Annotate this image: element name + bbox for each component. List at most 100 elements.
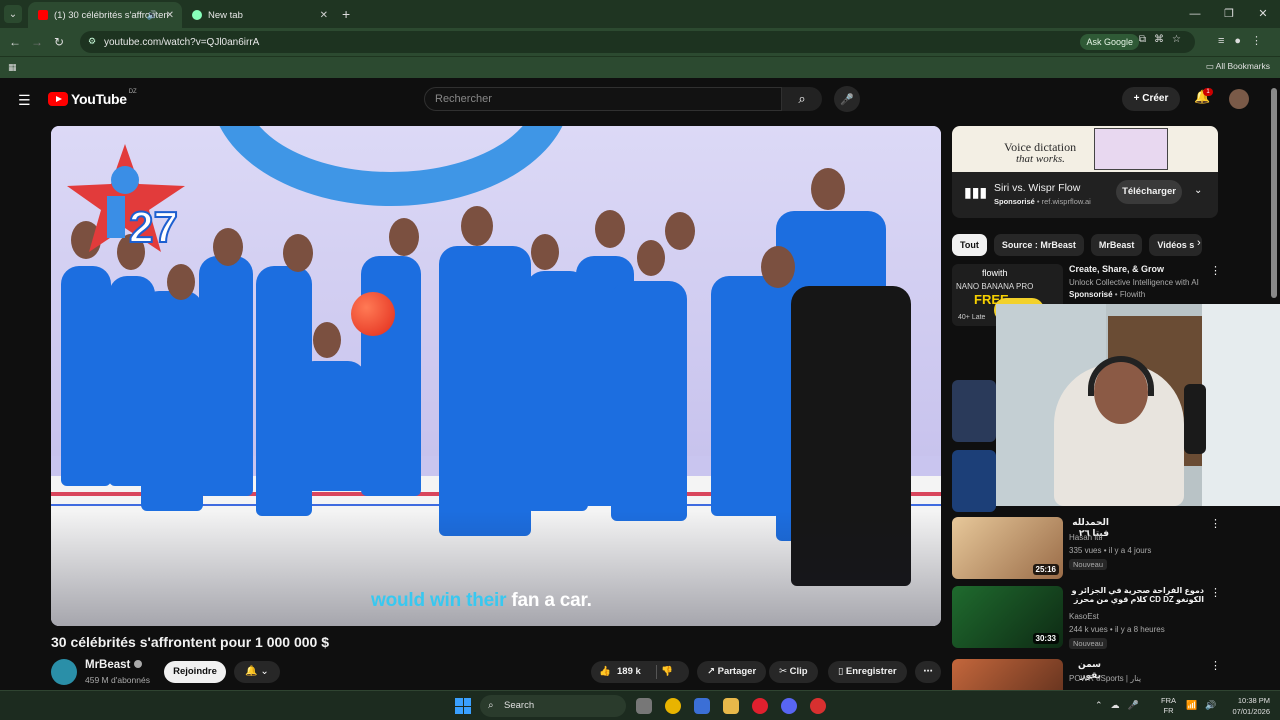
ask-google-button[interactable]: Ask Google xyxy=(1080,34,1139,50)
network-volume-icons[interactable]: 📶🔊 xyxy=(1186,700,1224,711)
channel-name[interactable]: Hasan itti xyxy=(1069,533,1102,542)
clip-button[interactable]: ✂ Clip xyxy=(769,661,818,683)
opera-icon[interactable] xyxy=(752,698,768,714)
recommendation-title[interactable]: دموع الفراحة صحرية في الجزائر و الكونغو … xyxy=(1069,586,1204,604)
clock-time: 10:38 PM xyxy=(1237,696,1270,705)
all-bookmarks[interactable]: ▭ All Bookmarks xyxy=(1206,61,1270,72)
app-icon[interactable] xyxy=(810,698,826,714)
more-options-icon[interactable]: ⋮ xyxy=(1210,586,1221,599)
video-player[interactable]: 27 would win their fan a car. xyxy=(51,126,941,626)
input-language[interactable]: FRA FR xyxy=(1161,696,1176,716)
video-thumbnail[interactable] xyxy=(952,380,996,442)
video-thumbnail[interactable]: 25:16 xyxy=(952,517,1063,579)
site-info-icon[interactable]: ⚙ xyxy=(88,36,96,47)
gallery-icon[interactable] xyxy=(694,698,710,714)
country-code: DZ xyxy=(128,89,137,95)
chip-source-mrbeast[interactable]: Source : MrBeast xyxy=(993,234,1084,256)
chip-videos[interactable]: Vidéos s xyxy=(1149,234,1203,256)
thumb-subtitle: NANO BANANA PRO xyxy=(956,282,1034,291)
account-avatar[interactable] xyxy=(1229,89,1249,109)
chip-mrbeast[interactable]: MrBeast xyxy=(1090,234,1143,256)
subscription-bell-button[interactable]: 🔔 ⌄ xyxy=(234,661,280,683)
restore-icon[interactable]: ❐ xyxy=(1212,0,1246,28)
masthead: ☰ YouTube DZ ⌕ 🎤 + Créer 🔔 1 xyxy=(0,79,1280,119)
channel-avatar[interactable] xyxy=(51,659,77,685)
download-button[interactable]: Télécharger xyxy=(1116,180,1182,204)
address-bar[interactable]: ⚙ youtube.com/watch?v=QJl0an6irrA Ask Go… xyxy=(80,31,1195,53)
dislike-icon[interactable]: 👎 xyxy=(661,661,673,683)
video-thumbnail[interactable] xyxy=(952,659,1063,691)
minimize-icon[interactable]: — xyxy=(1178,0,1212,28)
video-title: 30 célébrités s'affrontent pour 1 000 00… xyxy=(51,634,330,650)
share-button[interactable]: ↗ Partager xyxy=(697,661,767,683)
verified-icon xyxy=(134,660,143,668)
sponsored-ad-card[interactable]: Voice dictation that works. ▮▮▮ Siri vs.… xyxy=(952,126,1218,218)
more-options-icon[interactable]: ⋮ xyxy=(1210,659,1221,672)
youtube-favicon-icon xyxy=(38,10,48,20)
close-tab-icon[interactable]: ✕ xyxy=(320,10,328,21)
chevron-down-icon[interactable]: ⌄ xyxy=(1194,185,1202,196)
more-options-icon[interactable]: ⋮ xyxy=(1210,264,1221,277)
chrome-icon[interactable] xyxy=(665,698,681,714)
apps-grid-icon[interactable]: ▦ xyxy=(8,62,18,72)
list-item[interactable]: 25:16 الحمدلله فيتا ٢٦ Hasan itti 335 vu… xyxy=(952,517,1232,579)
more-actions-button[interactable]: ⋯ xyxy=(915,661,941,683)
taskbar-clock[interactable]: 10:38 PM 07/01/2026 xyxy=(1226,695,1270,717)
discord-icon[interactable] xyxy=(781,698,797,714)
create-button[interactable]: + Créer xyxy=(1122,87,1180,111)
task-view-icon[interactable] xyxy=(636,698,652,714)
video-thumbnail[interactable] xyxy=(952,450,996,512)
ad-sponsored: Sponsorisé • ref.wisprflow.ai xyxy=(994,197,1091,206)
recommendation-meta: 244 k vues • il y a 8 heures xyxy=(1069,625,1165,634)
chevron-right-icon[interactable]: › xyxy=(1197,237,1201,249)
thumb-brand: flowith xyxy=(982,268,1008,278)
advertiser-name: Flowith xyxy=(1119,290,1146,299)
video-thumbnail[interactable]: 30:33 xyxy=(952,586,1063,648)
youtube-logo[interactable]: YouTube DZ xyxy=(48,89,137,107)
divider xyxy=(656,665,657,679)
channel-name[interactable]: POWR eSports | ينار xyxy=(1069,674,1141,683)
speaker-icon[interactable]: 🔊 xyxy=(147,10,158,21)
list-item[interactable]: سمن بقور POWR eSports | ينار ⋮ xyxy=(952,659,1232,691)
new-tab-button[interactable]: + xyxy=(342,6,350,22)
back-icon[interactable]: ← xyxy=(4,35,26,49)
like-icon[interactable]: 👍 xyxy=(599,661,611,683)
close-tab-icon[interactable]: ✕ xyxy=(166,10,174,21)
channel-name[interactable]: KasoEst xyxy=(1069,612,1099,621)
tab-youtube[interactable]: (1) 30 célébrités s'affronten 🔊 ✕ xyxy=(28,2,182,28)
taskbar-search[interactable]: ⌕ Search xyxy=(480,695,626,717)
recommendation-tagline: Unlock Collective Intelligence with AI xyxy=(1069,278,1199,287)
bell-icon: 🔔 xyxy=(245,666,258,677)
windows-start-icon[interactable] xyxy=(455,698,471,714)
search-button[interactable]: ⌕ xyxy=(782,87,822,111)
search-input[interactable] xyxy=(425,88,781,110)
ad-domain: ref.wisprflow.ai xyxy=(1041,197,1091,206)
filter-chips: Tout Source : MrBeast MrBeast Vidéos s xyxy=(952,234,1209,256)
file-explorer-icon[interactable] xyxy=(723,698,739,714)
chip-all[interactable]: Tout xyxy=(952,234,987,256)
tab-search-icon[interactable]: ⌄ xyxy=(4,5,22,23)
ad-title[interactable]: Siri vs. Wispr Flow xyxy=(994,182,1080,194)
tab-new-tab[interactable]: New tab ✕ xyxy=(182,2,336,28)
recommendation-title[interactable]: Create, Share, & Grow xyxy=(1069,264,1204,274)
system-tray-icons[interactable]: ⌃☁🎤 xyxy=(1095,700,1147,711)
voice-search-button[interactable]: 🎤 xyxy=(834,86,860,112)
more-options-icon[interactable]: ⋮ xyxy=(1210,517,1221,530)
ad-banner[interactable]: Voice dictation that works. xyxy=(952,126,1218,172)
profile-menu-icons[interactable]: ≡●⋮ xyxy=(1218,34,1272,47)
subscriber-count: 459 M d'abonnés xyxy=(85,675,150,685)
url-text[interactable]: youtube.com/watch?v=QJl0an6irrA xyxy=(104,37,259,48)
list-item[interactable]: 30:33 دموع الفراحة صحرية في الجزائر و ال… xyxy=(952,586,1232,649)
save-button[interactable]: ▯ Enregistrer xyxy=(828,661,907,683)
like-count[interactable]: 189 k xyxy=(617,661,641,683)
close-window-icon[interactable]: ✕ xyxy=(1246,0,1280,28)
forward-icon[interactable]: → xyxy=(26,35,48,49)
omnibox-icons[interactable]: ⧉⌘☆ xyxy=(1139,34,1189,45)
menu-icon[interactable]: ☰ xyxy=(18,92,31,109)
language-code: FRA xyxy=(1161,696,1176,705)
page-scrollbar[interactable] xyxy=(1271,88,1277,298)
join-button[interactable]: Rejoindre xyxy=(164,661,226,683)
reload-icon[interactable]: ↻ xyxy=(48,35,70,49)
channel-name-text[interactable]: MrBeast xyxy=(85,659,130,671)
channel-name[interactable]: MrBeast xyxy=(85,659,143,671)
